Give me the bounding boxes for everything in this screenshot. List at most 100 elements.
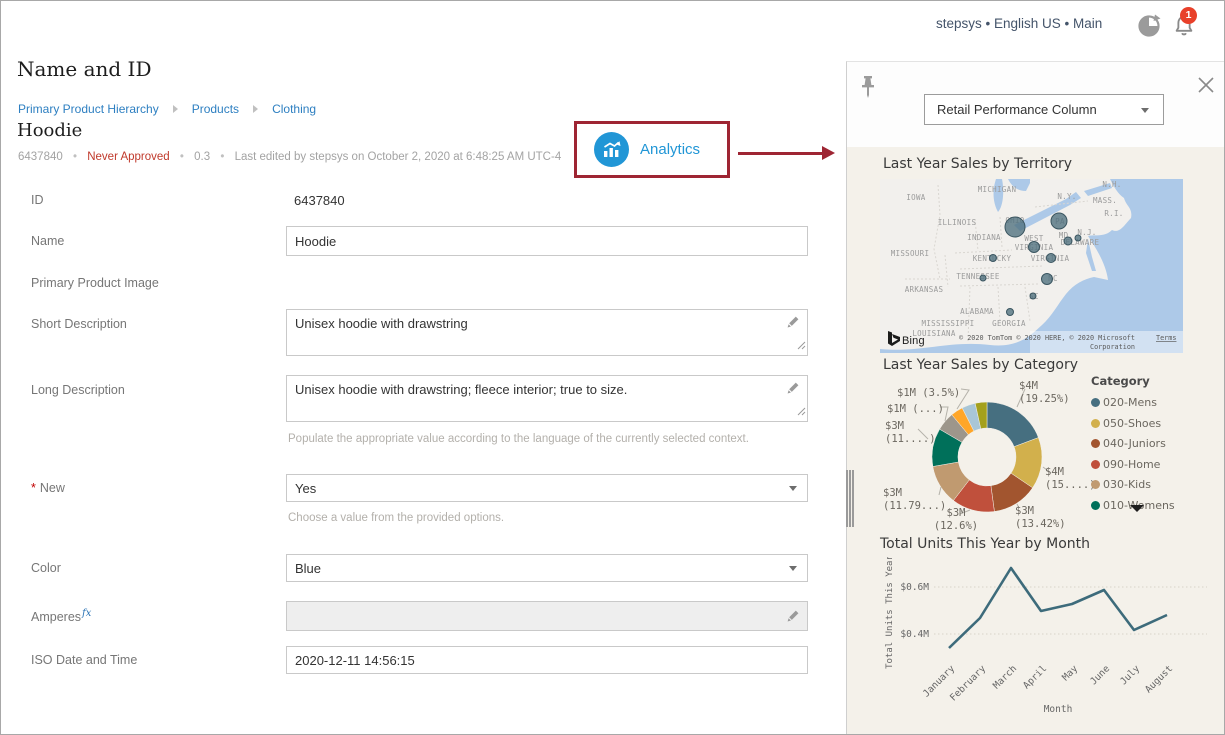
svg-text:N.H.: N.H. [1102, 180, 1121, 189]
resize-grip-icon[interactable] [797, 403, 806, 420]
analytics-button[interactable] [594, 132, 629, 167]
product-title: Hoodie [17, 120, 82, 141]
svg-text:ALABAMA: ALABAMA [960, 307, 994, 316]
analytics-button-label[interactable]: Analytics [640, 141, 700, 158]
field-label-name: Name [31, 234, 271, 248]
legend-dot [1091, 398, 1100, 407]
svg-text:May: May [1060, 663, 1080, 683]
field-label-new: *New [31, 481, 271, 495]
user-context-switcher[interactable]: stepsys • English US • Main [936, 16, 1106, 31]
legend-item[interactable]: 040-Juniors [1091, 437, 1221, 450]
analytics-panel-header: Retail Performance Column [847, 62, 1225, 147]
legend-dot [1091, 419, 1100, 428]
name-input[interactable]: Hoodie [286, 226, 808, 256]
pin-icon [859, 75, 877, 99]
last-edited-text: Last edited by stepsys on October 2, 202… [235, 151, 562, 163]
map-chart-title: Last Year Sales by Territory [883, 156, 1072, 172]
breadcrumb-link-clothing[interactable]: Clothing [272, 102, 316, 116]
bubble-west-virginia [1029, 242, 1040, 253]
product-meta: 6437840 • Never Approved • 0.3 • Last ed… [18, 151, 561, 163]
recent-changes-button[interactable] [1136, 13, 1162, 39]
resize-grip-icon[interactable] [797, 337, 806, 354]
field-label-short-description: Short Description [31, 317, 271, 331]
svg-text:MISSISSIPPI: MISSISSIPPI [922, 319, 975, 328]
chevron-down-icon [1141, 108, 1149, 113]
donut-label-womens: $3M (11....) [885, 420, 936, 446]
legend-item[interactable]: 010-Womens [1091, 499, 1221, 512]
bubble-tennessee [980, 275, 986, 281]
svg-text:GEORGIA: GEORGIA [992, 319, 1026, 328]
edit-pencil-icon[interactable] [786, 381, 800, 399]
field-label-color: Color [31, 561, 271, 575]
new-dropdown[interactable]: Yes [286, 474, 808, 502]
field-label-long-description: Long Description [31, 383, 271, 397]
short-description-textarea[interactable]: Unisex hoodie with drawstring [286, 309, 808, 356]
territory-sales-map[interactable]: IOWA MICHIGAN N.H. N.Y. MASS. R.I. ILLIN… [880, 179, 1183, 353]
color-dropdown[interactable]: Blue [286, 554, 808, 582]
svg-text:TENNESSEE: TENNESSEE [956, 272, 1000, 281]
legend-dot [1091, 439, 1100, 448]
bubble-north-carolina [1042, 274, 1053, 285]
donut-slices[interactable] [932, 402, 1042, 512]
svg-text:April: April [1021, 663, 1049, 691]
svg-text:MICHIGAN: MICHIGAN [978, 185, 1017, 194]
svg-text:June: June [1088, 663, 1112, 687]
edit-pencil-icon[interactable] [786, 609, 800, 628]
legend-dot [1091, 460, 1100, 469]
slice-020-mens [987, 402, 1038, 447]
legend-item[interactable]: 030-Kids [1091, 478, 1221, 491]
units-by-month-line-chart[interactable]: $0.6M $0.4M Total Units This Year Januar… [862, 557, 1212, 732]
y-axis-ticks: $0.6M $0.4M [900, 582, 929, 640]
field-label-iso-datetime: ISO Date and Time [31, 653, 271, 667]
analytics-chart-icon [601, 139, 622, 160]
donut-chart-title: Last Year Sales by Category [883, 357, 1078, 373]
field-label-id: ID [31, 193, 271, 207]
notification-count-badge[interactable]: 1 [1180, 7, 1197, 24]
legend-more-caret-icon[interactable] [1130, 505, 1144, 512]
pin-button[interactable] [859, 75, 879, 99]
legend-item[interactable]: 020-Mens [1091, 396, 1221, 409]
callout-arrow [738, 152, 824, 155]
analytics-panel: Retail Performance Column Last Year Sale… [846, 61, 1225, 735]
legend-dot [1091, 501, 1100, 510]
svg-text:March: March [991, 663, 1019, 691]
line-chart-title: Total Units This Year by Month [880, 536, 1090, 552]
svg-text:INDIANA: INDIANA [967, 233, 1001, 242]
breadcrumb-link-products[interactable]: Products [192, 102, 239, 116]
bubble-kentucky [990, 255, 997, 262]
breadcrumb-link-hierarchy[interactable]: Primary Product Hierarchy [18, 102, 159, 116]
y-axis-title: Total Units This Year [885, 557, 895, 669]
edit-pencil-icon[interactable] [786, 315, 800, 333]
analytics-callout-box: Analytics [574, 121, 730, 178]
legend-title: Category [1091, 374, 1221, 388]
bubble-ohio [1005, 217, 1025, 237]
bubble-new-jersey [1075, 235, 1081, 241]
category-legend: Category 020-Mens 050-Shoes 040-Juniors … [1091, 374, 1221, 519]
close-panel-button[interactable] [1196, 75, 1216, 95]
dashboard-selector-dropdown[interactable]: Retail Performance Column [924, 94, 1164, 125]
donut-label-shoes: $4M (15....) [1045, 466, 1096, 492]
iso-datetime-input[interactable]: 2020-12-11 14:56:15 [286, 646, 808, 674]
legend-item[interactable]: 090-Home [1091, 458, 1221, 471]
product-id: 6437840 [18, 151, 63, 163]
bubble-pennsylvania [1051, 213, 1067, 229]
donut-label-orange: $1M (3.5%) [897, 387, 960, 400]
legend-dot [1091, 480, 1100, 489]
revision-number: 0.3 [194, 151, 210, 163]
long-description-textarea[interactable]: Unisex hoodie with drawstring; fleece in… [286, 375, 808, 422]
donut-label-kids: $3M (11.79...) [883, 487, 946, 513]
breadcrumb: Primary Product Hierarchy Products Clothin… [18, 102, 316, 116]
svg-text:© 2020 TomTom © 2020 HERE, © 2: © 2020 TomTom © 2020 HERE, © 2020 Micros… [959, 334, 1135, 342]
approval-status: Never Approved [87, 151, 169, 163]
svg-text:IOWA: IOWA [906, 193, 925, 202]
chevron-down-icon [789, 486, 797, 491]
terms-link[interactable]: Terms [1156, 334, 1176, 342]
bubble-georgia [1007, 309, 1014, 316]
bubble-virginia [1047, 254, 1056, 263]
units-line-series [949, 568, 1167, 648]
breadcrumb-separator-icon [253, 105, 258, 113]
legend-item[interactable]: 050-Shoes [1091, 417, 1221, 430]
svg-text:August: August [1143, 663, 1175, 695]
application-window: stepsys • English US • Main 1 Name and I… [0, 0, 1225, 735]
callout-arrow-head [822, 146, 835, 160]
